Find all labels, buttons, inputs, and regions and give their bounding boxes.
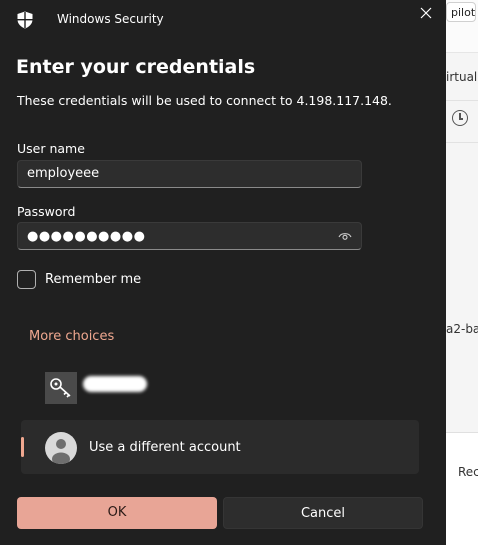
background-text-rec: Rec xyxy=(458,465,478,479)
background-copilot-chip[interactable]: pilot xyxy=(446,2,476,22)
password-input[interactable]: ●●●●●●●●●● xyxy=(27,229,145,244)
dialog-heading: Enter your credentials xyxy=(16,56,256,78)
background-lower-panel xyxy=(446,432,478,546)
background-text-virtual: irtual xyxy=(446,70,478,84)
saved-credential-item[interactable] xyxy=(45,372,165,406)
password-label: Password xyxy=(17,204,76,219)
cancel-button[interactable]: Cancel xyxy=(223,497,423,529)
ok-button[interactable]: OK xyxy=(17,497,217,529)
background-divider xyxy=(446,142,478,143)
username-field[interactable] xyxy=(17,160,362,188)
different-account-label: Use a different account xyxy=(89,440,241,455)
dialog-subtext: These credentials will be used to connec… xyxy=(17,93,392,108)
redacted-username xyxy=(83,376,147,392)
password-field[interactable]: ●●●●●●●●●● xyxy=(17,222,362,250)
username-input[interactable] xyxy=(27,166,327,181)
dialog-titlebar: Windows Security xyxy=(0,0,446,40)
person-icon xyxy=(45,432,77,464)
more-choices-link[interactable]: More choices xyxy=(29,329,114,344)
key-icon xyxy=(45,372,77,404)
username-label: User name xyxy=(17,141,85,156)
shield-icon xyxy=(17,11,33,29)
credentials-dialog: Windows Security Enter your credentials … xyxy=(0,0,446,545)
selection-indicator xyxy=(21,437,24,457)
background-divider xyxy=(446,100,478,101)
remember-me-label[interactable]: Remember me xyxy=(45,272,141,287)
close-button[interactable] xyxy=(412,0,440,26)
different-account-option[interactable]: Use a different account xyxy=(21,420,419,474)
background-text-id: a2-ba3 xyxy=(446,322,478,336)
close-icon xyxy=(420,7,432,19)
clock-icon xyxy=(452,110,468,126)
eye-icon[interactable] xyxy=(338,230,352,242)
app-title: Windows Security xyxy=(57,12,164,26)
remember-me-checkbox[interactable] xyxy=(17,270,36,289)
